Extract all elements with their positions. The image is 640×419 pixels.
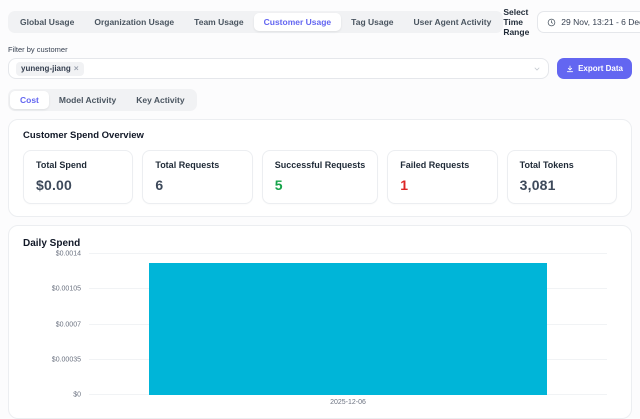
subtab-key-activity[interactable]: Key Activity [126,91,194,109]
tab-global-usage[interactable]: Global Usage [10,13,84,31]
export-data-label: Export Data [578,64,623,73]
remove-tag-icon[interactable]: × [74,64,79,73]
tab-tag-usage[interactable]: Tag Usage [341,13,403,31]
time-range-label: Select Time Range [503,7,529,37]
stat-label: Total Requests [155,160,239,170]
stat-value: 6 [155,177,239,193]
customer-filter-input[interactable]: yuneng-jiang × [8,58,549,79]
customer-tag-label: yuneng-jiang [21,64,71,73]
top-bar: Global UsageOrganization UsageTeam Usage… [8,7,632,37]
subtab-row: CostModel ActivityKey Activity [8,89,632,111]
export-data-button[interactable]: Export Data [557,58,632,79]
stats-grid: Total Spend $0.00 Total Requests 6 Successfu… [23,150,617,204]
clock-icon [547,18,556,27]
filter-row: yuneng-jiang × Export Data [8,58,632,79]
overview-title: Customer Spend Overview [23,130,617,141]
spend-bar[interactable] [149,263,548,395]
stat-label: Failed Requests [400,160,484,170]
customer-spend-overview-card: Customer Spend Overview Total Spend $0.00… [8,119,632,217]
chart-title: Daily Spend [23,238,617,249]
daily-spend-chart: $0$0.00035$0.0007$0.00105$0.0014 [23,254,617,395]
stat-card-successful-requests: Successful Requests 5 [262,150,379,204]
y-tick-label: $0.0014 [23,251,81,258]
stat-card-total-requests: Total Requests 6 [142,150,252,204]
stat-value: 1 [400,177,484,193]
time-range-group: Select Time Range 29 Nov, 13:21 - 6 Dec,… [503,7,640,37]
y-tick-label: $0.00105 [23,286,81,293]
view-subtabs: CostModel ActivityKey Activity [8,89,197,111]
stat-label: Total Tokens [520,160,604,170]
filter-by-customer-label: Filter by customer [8,45,632,54]
stat-value: 3,081 [520,177,604,193]
y-tick-label: $0.00035 [23,356,81,363]
plot-region [89,254,607,395]
gridline [89,253,607,254]
x-tick-label: 2025-12-06 [330,399,366,406]
subtab-model-activity[interactable]: Model Activity [49,91,126,109]
time-range-select[interactable]: 29 Nov, 13:21 - 6 Dec, 13:21 [537,11,640,33]
stat-value: 5 [275,177,366,193]
tab-organization-usage[interactable]: Organization Usage [84,13,184,31]
y-tick-label: $0.0007 [23,321,81,328]
tab-team-usage[interactable]: Team Usage [184,13,253,31]
subtab-cost[interactable]: Cost [10,91,49,109]
daily-spend-card: Daily Spend $0$0.00035$0.0007$0.00105$0.… [8,225,632,419]
stat-label: Successful Requests [275,160,366,170]
tab-customer-usage[interactable]: Customer Usage [254,13,342,31]
tab-user-agent-activity[interactable]: User Agent Activity [404,13,502,31]
download-icon [566,65,574,73]
time-range-value: 29 Nov, 13:21 - 6 Dec, 13:21 [561,17,640,27]
x-axis: 2025-12-06 [23,395,617,410]
stat-card-failed-requests: Failed Requests 1 [387,150,497,204]
stat-value: $0.00 [36,177,120,193]
customer-tag-chip: yuneng-jiang × [16,62,84,76]
usage-tabs: Global UsageOrganization UsageTeam Usage… [8,11,503,33]
stat-card-total-tokens: Total Tokens 3,081 [507,150,617,204]
chevron-down-icon [533,65,541,73]
stat-label: Total Spend [36,160,120,170]
stat-card-total-spend: Total Spend $0.00 [23,150,133,204]
